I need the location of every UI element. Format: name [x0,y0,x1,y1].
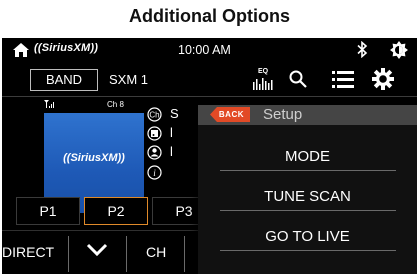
setup-menu-header: BACK Setup [198,105,417,125]
svg-text:Ch: Ch [149,111,159,120]
artist-icon [147,145,162,160]
preset-p2[interactable]: P2 [84,197,148,225]
siriusxm-logo: ((SiriusXM)) [34,42,99,54]
album-siriusxm-logo: ((SiriusXM)) [63,152,125,164]
svg-text:i: i [153,168,156,178]
equalizer-icon[interactable]: EQ [252,68,274,92]
bottom-separator [184,236,185,272]
brightness-icon[interactable] [390,41,408,59]
song-info-text: l [170,125,173,140]
channel-info-text: S [170,106,179,121]
preset-p1[interactable]: P1 [16,197,80,225]
radio-screen: ((SiriusXM)) 10:00 AM BAND SXM 1 EQ Ch 8… [2,38,417,274]
header-divider [2,96,417,97]
ch-button[interactable]: CH [146,244,166,260]
chevron-down-icon[interactable] [86,242,108,258]
menu-divider [220,170,396,171]
song-icon [147,126,162,141]
bluetooth-icon [357,41,368,58]
bottom-separator [126,236,127,272]
setup-menu: BACK Setup MODE TUNE SCAN GO TO LIVE [198,105,417,274]
channel-name: SXM 1 [109,72,149,87]
signal-icon [44,100,54,108]
direct-button[interactable]: DIRECT [2,244,54,260]
artist-info-text: l [170,144,173,159]
eq-label: EQ [257,68,269,75]
home-icon[interactable] [12,42,30,58]
back-button[interactable]: BACK [210,107,250,122]
band-button[interactable]: BAND [30,69,98,91]
channel-icon: Ch [147,107,162,122]
setup-title: Setup [263,106,303,123]
bottom-separator [68,236,69,272]
settings-icon[interactable] [372,68,394,90]
clock: 10:00 AM [178,43,231,57]
menu-item-go-to-live[interactable]: GO TO LIVE [198,218,417,256]
list-icon[interactable] [332,71,354,88]
menu-item-tune-scan[interactable]: TUNE SCAN [198,178,417,216]
page-heading: Additional Options [129,6,290,26]
channel-number: Ch 8 [107,100,124,109]
search-icon[interactable] [288,69,308,89]
info-icon: i [147,165,162,180]
